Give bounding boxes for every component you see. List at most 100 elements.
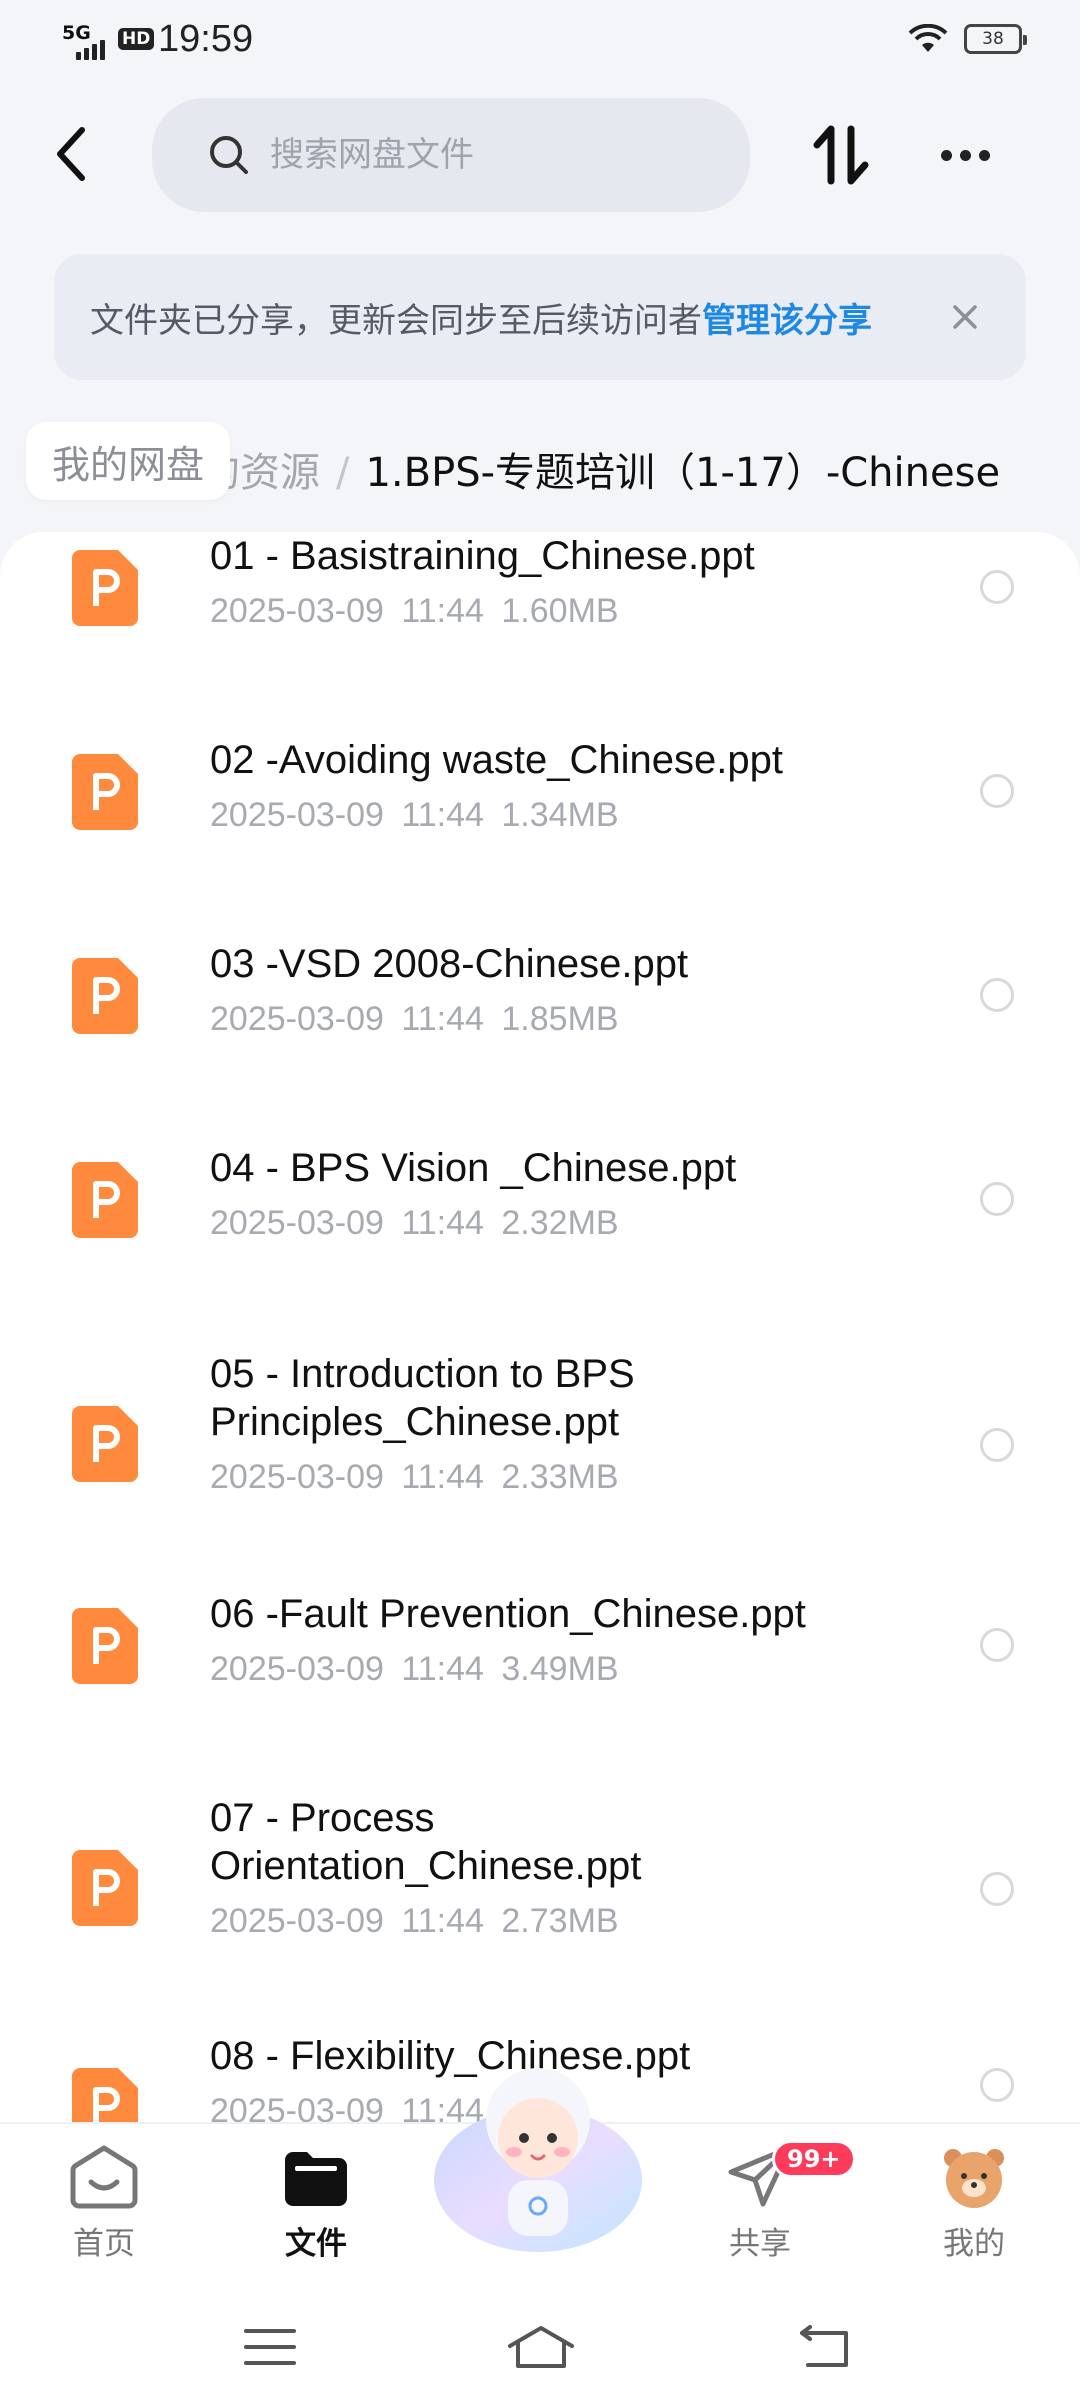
file-date: 2025-03-09 <box>210 1902 384 1940</box>
file-row[interactable]: 07 - Process Orientation_Chinese.ppt 202… <box>0 1794 1080 1970</box>
hd-icon: HD <box>118 28 155 50</box>
file-date: 2025-03-09 <box>210 2092 384 2122</box>
ppt-file-icon <box>72 550 138 626</box>
home-icon <box>508 2326 574 2368</box>
ppt-file-icon <box>72 754 138 830</box>
home-smile-icon <box>70 2145 138 2209</box>
file-meta: 2025-03-09 11:44 2.73MB <box>210 1902 770 1941</box>
file-row[interactable]: 03 -VSD 2008-Chinese.ppt 2025-03-09 11:4… <box>0 940 1080 1070</box>
share-banner: 文件夹已分享，更新会同步至后续访问者 管理该分享 <box>54 254 1026 380</box>
file-meta: 2025-03-09 11:44 2.33MB <box>210 1458 770 1497</box>
more-dot-icon <box>959 149 971 161</box>
file-name: 07 - Process Orientation_Chinese.ppt <box>210 1796 642 1888</box>
file-row[interactable]: 04 - BPS Vision _Chinese.ppt 2025-03-09 … <box>0 1144 1080 1274</box>
top-bar <box>0 98 1080 212</box>
file-size: 2.73MB <box>501 1902 619 1940</box>
bear-avatar-icon <box>944 2149 1004 2208</box>
file-info: 01 - Basistraining_Chinese.ppt 2025-03-0… <box>210 532 930 631</box>
return-icon <box>800 2325 848 2367</box>
file-row[interactable]: 01 - Basistraining_Chinese.ppt 2025-03-0… <box>0 532 1080 662</box>
file-info: 06 -Fault Prevention_Chinese.ppt 2025-03… <box>210 1590 930 1689</box>
file-name: 01 - Basistraining_Chinese.ppt <box>210 534 755 578</box>
nav-share-label: 共享 <box>729 2226 791 2262</box>
battery-icon: 38 <box>964 24 1027 54</box>
close-icon <box>953 305 977 329</box>
file-size: 1.60MB <box>501 592 619 630</box>
file-meta: 2025-03-09 11:44 1.85MB <box>210 1000 930 1039</box>
file-info: 05 - Introduction to BPS Principles_Chin… <box>210 1350 770 1497</box>
file-info: 03 -VSD 2008-Chinese.ppt 2025-03-09 11:4… <box>210 940 930 1039</box>
back-button[interactable] <box>40 122 100 186</box>
file-time: 11:44 <box>401 1650 484 1688</box>
file-size: 1.85MB <box>501 1000 619 1038</box>
file-row[interactable]: 02 -Avoiding waste_Chinese.ppt 2025-03-0… <box>0 736 1080 866</box>
manage-share-link[interactable]: 管理该分享 <box>702 293 872 342</box>
menu-button[interactable] <box>240 2322 300 2372</box>
back-system-button[interactable] <box>794 2322 854 2372</box>
wifi-icon <box>908 24 948 52</box>
file-time: 11:44 <box>401 1204 484 1242</box>
file-date: 2025-03-09 <box>210 1204 384 1242</box>
system-nav-bar <box>0 2282 1080 2408</box>
nav-files[interactable]: 文件 <box>246 2144 386 2263</box>
file-size: 3.49MB <box>501 1650 619 1688</box>
signal-icon <box>76 40 105 60</box>
nav-files-label: 文件 <box>285 2226 347 2262</box>
breadcrumb-current: 1.BPS-专题培训（1-17）-Chinese <box>365 450 1001 496</box>
sort-icon <box>813 125 869 185</box>
sort-button[interactable] <box>808 122 874 188</box>
file-size: 2.33MB <box>501 1458 619 1496</box>
status-bar: 5G HD 19:59 38 <box>0 0 1080 82</box>
ppt-file-icon <box>72 958 138 1034</box>
file-name: 05 - Introduction to BPS Principles_Chin… <box>210 1352 635 1444</box>
breadcrumb-trail: 的资源/1.BPS-专题培训（1-17）-Chinese <box>200 440 1000 498</box>
file-meta: 2025-03-09 11:44 3.49MB <box>210 1650 930 1689</box>
select-checkbox[interactable] <box>980 570 1014 604</box>
select-checkbox[interactable] <box>980 2068 1014 2102</box>
search-input[interactable] <box>270 135 710 175</box>
ppt-file-icon <box>72 1608 138 1684</box>
breadcrumb-home[interactable]: 我的网盘 <box>26 422 231 500</box>
file-list: 01 - Basistraining_Chinese.ppt 2025-03-0… <box>0 532 1080 2122</box>
file-time: 11:44 <box>401 1000 484 1038</box>
select-checkbox[interactable] <box>980 978 1014 1012</box>
select-checkbox[interactable] <box>980 1872 1014 1906</box>
file-date: 2025-03-09 <box>210 796 384 834</box>
file-size: 2.32MB <box>501 1204 619 1242</box>
more-options-button[interactable] <box>930 122 1000 188</box>
file-name: 06 -Fault Prevention_Chinese.ppt <box>210 1592 806 1636</box>
file-info: 07 - Process Orientation_Chinese.ppt 202… <box>210 1794 770 1941</box>
file-meta: 2025-03-09 11:44 2.32MB <box>210 1204 930 1243</box>
more-dot-icon <box>978 149 990 161</box>
file-name: 04 - BPS Vision _Chinese.ppt <box>210 1146 737 1190</box>
breadcrumb: 我的网盘 的资源/1.BPS-专题培训（1-17）-Chinese <box>0 414 1080 510</box>
file-info: 02 -Avoiding waste_Chinese.ppt 2025-03-0… <box>210 736 930 835</box>
search-bar[interactable] <box>152 98 750 212</box>
file-time: 11:44 <box>401 796 484 834</box>
file-row[interactable]: 06 -Fault Prevention_Chinese.ppt 2025-03… <box>0 1590 1080 1720</box>
file-row[interactable]: 05 - Introduction to BPS Principles_Chin… <box>0 1350 1080 1526</box>
file-meta: 2025-03-09 11:44 1.34MB <box>210 796 930 835</box>
select-checkbox[interactable] <box>980 1428 1014 1462</box>
nav-share[interactable]: 99+ 共享 <box>690 2140 856 2263</box>
select-checkbox[interactable] <box>980 1182 1014 1216</box>
ppt-file-icon <box>72 1850 138 1926</box>
banner-text: 文件夹已分享，更新会同步至后续访问者 <box>90 300 702 341</box>
file-name: 03 -VSD 2008-Chinese.ppt <box>210 942 689 986</box>
chevron-left-icon <box>57 127 85 181</box>
folder-icon <box>285 2152 347 2206</box>
ppt-file-icon <box>72 2068 138 2122</box>
nav-mine-label: 我的 <box>943 2226 1005 2262</box>
file-time: 11:44 <box>401 1458 484 1496</box>
file-date: 2025-03-09 <box>210 1000 384 1038</box>
select-checkbox[interactable] <box>980 774 1014 808</box>
banner-close-button[interactable] <box>940 292 990 342</box>
select-checkbox[interactable] <box>980 1628 1014 1662</box>
home-button[interactable] <box>506 2322 576 2372</box>
file-name: 02 -Avoiding waste_Chinese.ppt <box>210 738 783 782</box>
nav-home[interactable]: 首页 <box>34 2144 174 2263</box>
breadcrumb-separator: / <box>336 450 350 496</box>
nav-mine[interactable]: 我的 <box>904 2144 1044 2263</box>
more-dot-icon <box>940 149 952 161</box>
assistant-mascot-button[interactable] <box>428 2060 648 2260</box>
